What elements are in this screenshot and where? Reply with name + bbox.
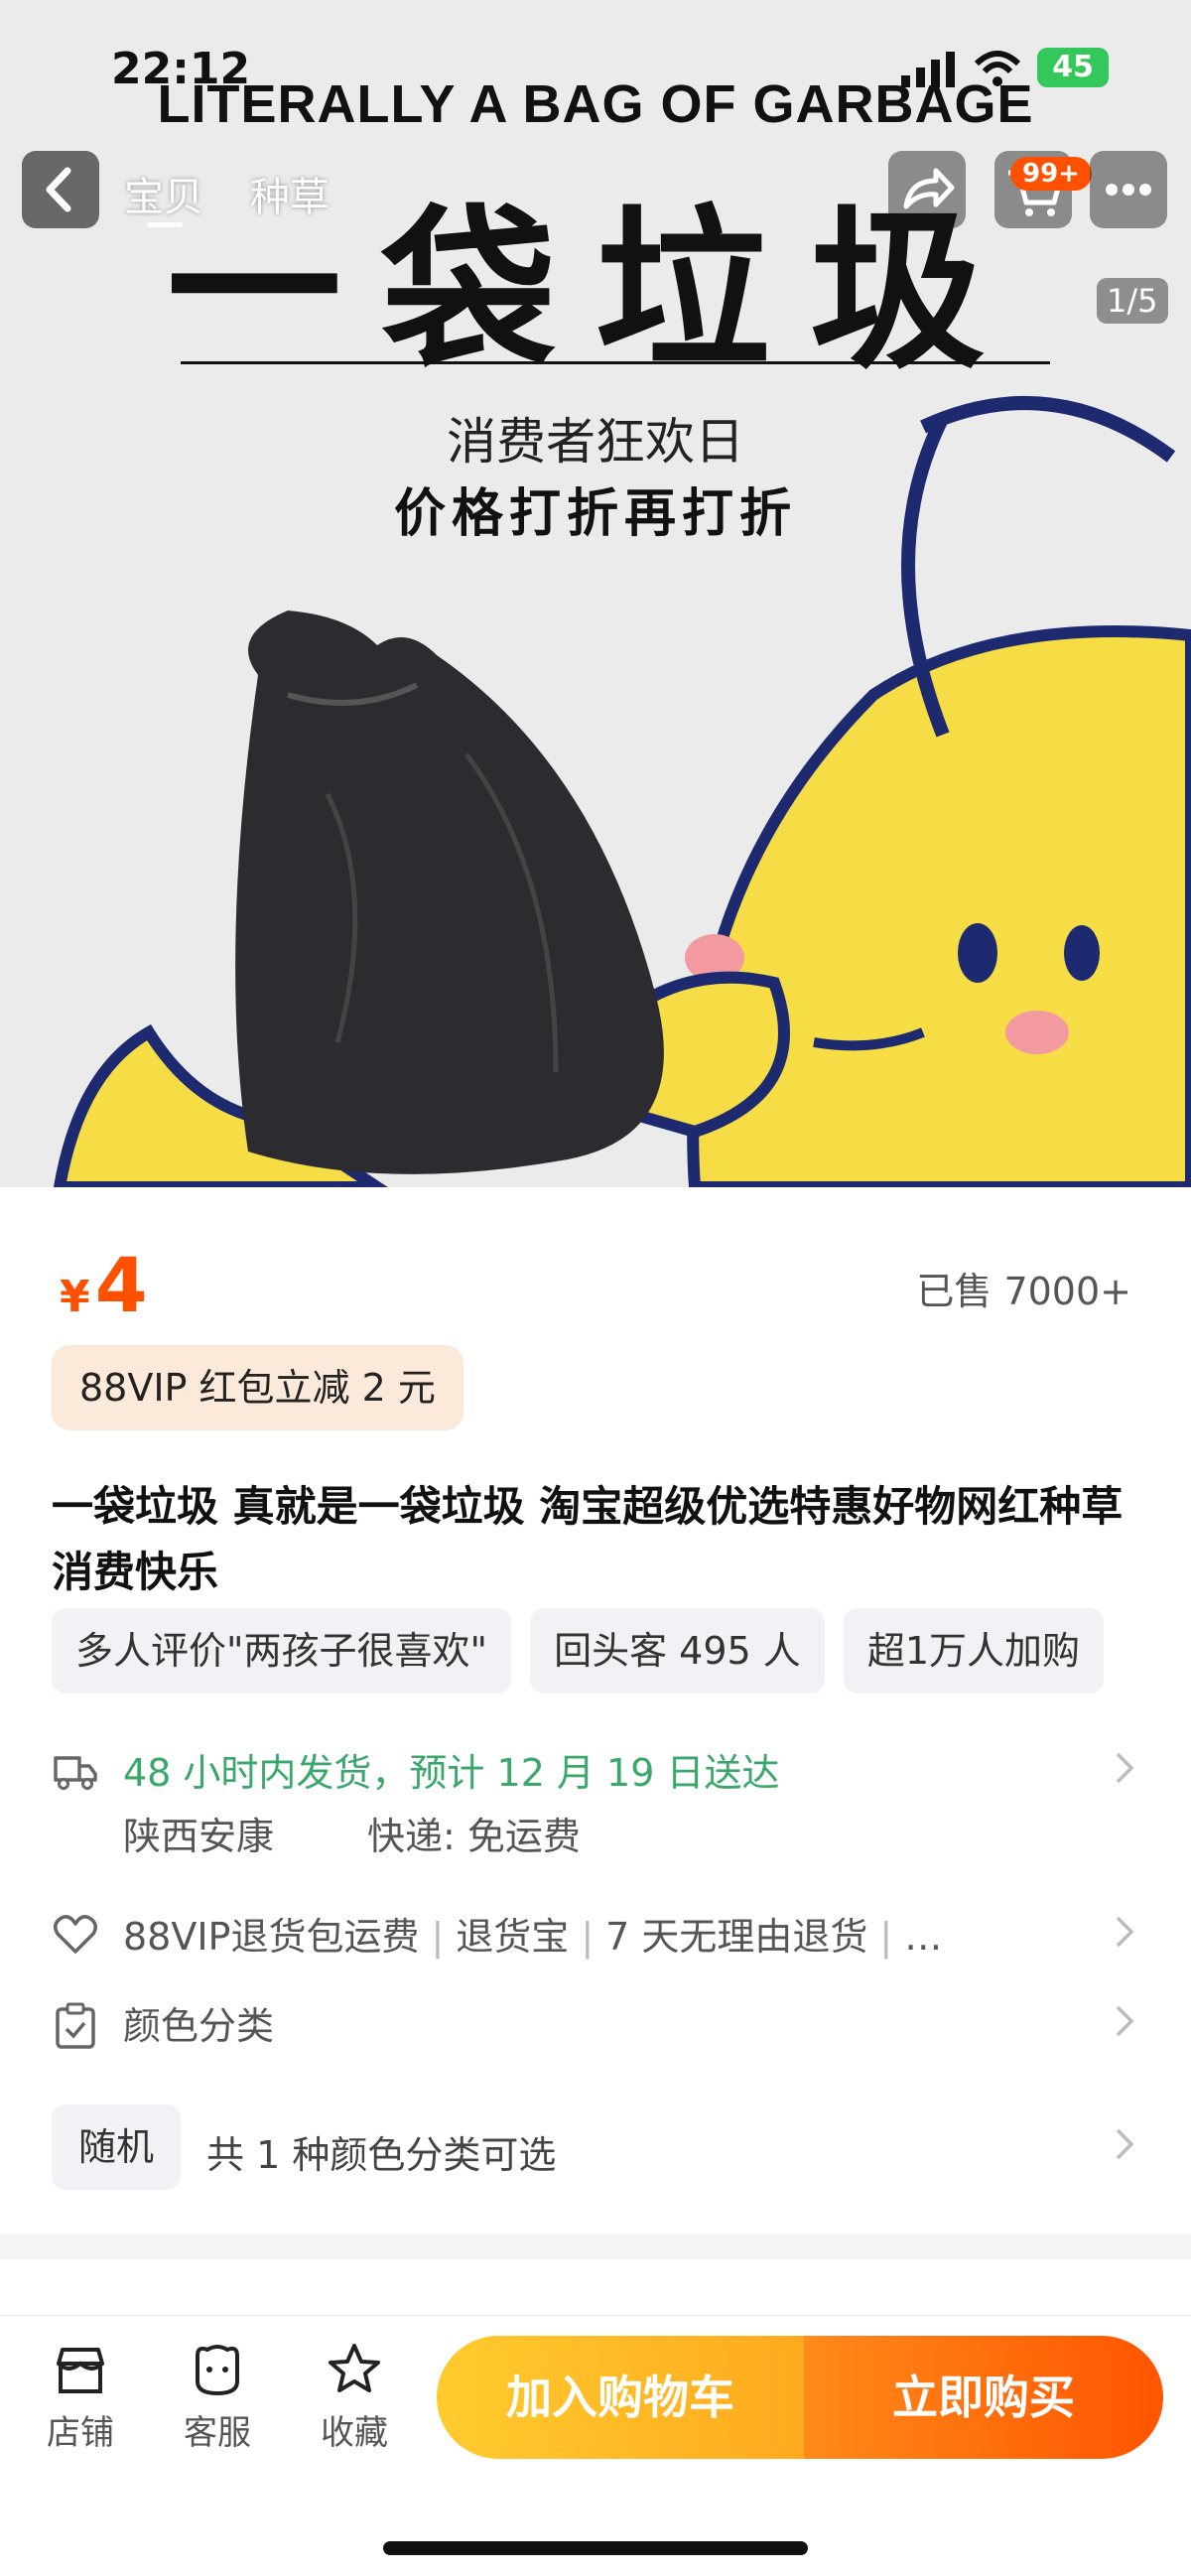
bottom-action-bar: 店铺 客服 收藏 加入购物车 立即购买 bbox=[0, 2315, 1191, 2465]
home-indicator bbox=[383, 2541, 808, 2555]
shop-icon bbox=[57, 2348, 104, 2393]
tag-chip[interactable]: 回头客 495 人 bbox=[530, 1608, 825, 1694]
status-time: 22:12 bbox=[111, 44, 251, 94]
currency-symbol: ¥ bbox=[60, 1272, 90, 1322]
favorite-label: 收藏 bbox=[321, 2413, 388, 2453]
price: ¥ 4 bbox=[60, 1241, 148, 1329]
variant-chip[interactable]: 随机 bbox=[52, 2104, 181, 2190]
tag-chip[interactable]: 超1万人加购 bbox=[843, 1608, 1105, 1694]
customer-service-button[interactable]: 客服 bbox=[163, 2342, 272, 2454]
add-to-cart-button[interactable]: 加入购物车 bbox=[437, 2336, 804, 2459]
services-row[interactable]: 88VIP退货包运费 | 退货宝 | 7 天无理由退货 |… bbox=[52, 1906, 1139, 1966]
tag-chip[interactable]: 多人评价"两孩子很喜欢" bbox=[52, 1608, 511, 1694]
chevron-right-icon bbox=[1116, 1752, 1134, 1784]
chevron-right-icon bbox=[1116, 1916, 1134, 1948]
star-icon bbox=[329, 2344, 380, 2392]
price-value: 4 bbox=[94, 1241, 148, 1329]
chevron-right-icon bbox=[1116, 2128, 1134, 2160]
vip-offer-badge[interactable]: 88VIP 红包立减 2 元 bbox=[52, 1345, 463, 1430]
service-label: 客服 bbox=[184, 2413, 251, 2453]
signal-icon bbox=[901, 52, 955, 87]
shipping-row[interactable]: 48 小时内发货，预计 12 月 19 日送达 陕西安康 快递: 免运费 bbox=[52, 1742, 1139, 1861]
shop-label: 店铺 bbox=[47, 2413, 114, 2453]
battery-indicator: 45 bbox=[1037, 48, 1109, 87]
ship-origin: 陕西安康 bbox=[123, 1815, 275, 1858]
service-item: 退货宝 bbox=[456, 1915, 570, 1959]
service-icon bbox=[196, 2345, 239, 2396]
truck-icon bbox=[54, 1756, 97, 1790]
ship-express: 快递: 免运费 bbox=[367, 1815, 581, 1858]
hero-tagline: 价格打折再打折 bbox=[393, 484, 797, 544]
color-category-row[interactable]: 颜色分类 bbox=[52, 1995, 1139, 2055]
product-title: 一袋垃圾 真就是一袋垃圾 淘宝超级优选特惠好物网红种草消费快乐 bbox=[52, 1482, 1124, 1596]
status-bar: 22:12 45 bbox=[0, 40, 1191, 99]
product-image-carousel[interactable]: LITERALLY A BAG OF GARBAGE 22:12 45 宝贝 种… bbox=[0, 0, 1191, 1187]
favorite-button[interactable]: 收藏 bbox=[300, 2342, 409, 2454]
clipboard-icon bbox=[56, 2002, 95, 2049]
image-counter: 1/5 bbox=[1097, 278, 1168, 324]
shop-button[interactable]: 店铺 bbox=[26, 2342, 135, 2454]
hero-subtitle: 消费者狂欢日 bbox=[447, 413, 744, 471]
color-category-label: 颜色分类 bbox=[123, 2004, 275, 2048]
sold-count: 已售 7000+ bbox=[916, 1270, 1131, 1313]
hero-divider bbox=[181, 361, 1050, 364]
tag-list: 多人评价"两孩子很喜欢" 回头客 495 人 超1万人加购 bbox=[52, 1608, 1191, 1694]
delivery-estimate: 48 小时内发货，预计 12 月 19 日送达 bbox=[123, 1751, 780, 1795]
service-item: 88VIP退货包运费 bbox=[123, 1915, 420, 1959]
service-more: … bbox=[904, 1915, 943, 1959]
wifi-icon bbox=[974, 51, 1021, 86]
variant-summary[interactable]: 共 1 种颜色分类可选 bbox=[206, 2124, 556, 2179]
service-item: 7 天无理由退货 bbox=[605, 1915, 868, 1959]
section-divider bbox=[0, 2234, 1191, 2259]
heart-icon bbox=[54, 1915, 97, 1954]
chevron-right-icon bbox=[1116, 2005, 1134, 2037]
buy-now-button[interactable]: 立即购买 bbox=[804, 2336, 1163, 2459]
